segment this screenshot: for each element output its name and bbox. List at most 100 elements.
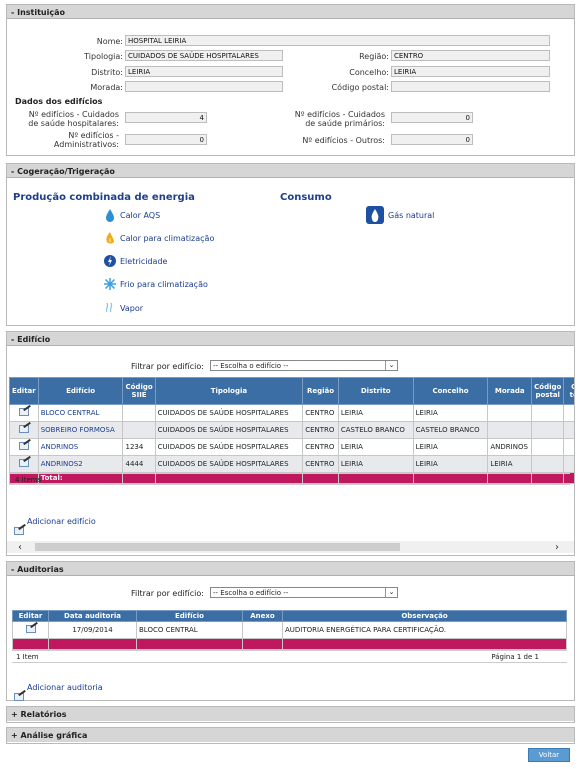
frio-climatizacao-link[interactable]: Frio para climatização	[120, 280, 208, 289]
cell	[531, 421, 565, 439]
cell: 17/09/2014	[48, 621, 137, 639]
scroll-thumb[interactable]	[35, 543, 400, 551]
morada-field[interactable]	[125, 81, 283, 92]
scroll-left-icon[interactable]: ‹	[18, 542, 22, 553]
gas-natural-link[interactable]: Gás natural	[388, 211, 434, 220]
table-row: 17/09/2014 BLOCO CENTRAL AUDITORIA ENERG…	[12, 621, 567, 639]
col-codigo-siie[interactable]: Código SIIE	[122, 377, 156, 405]
auditorias-header[interactable]: - Auditorias	[7, 562, 574, 576]
cell	[531, 404, 565, 422]
scroll-right-icon[interactable]: ›	[555, 542, 559, 553]
cell: CUIDADOS DE SAÚDE HOSPITALARES	[154, 455, 304, 473]
col-edificio[interactable]: Edifício	[136, 610, 243, 622]
instituicao-panel: - Instituição Nome: HOSPITAL LEIRIA Tipo…	[6, 4, 575, 156]
analise-header[interactable]: + Análise gráfica	[7, 728, 574, 742]
cell	[563, 438, 574, 456]
col-regiao[interactable]: Região	[302, 377, 339, 405]
cogeracao-header[interactable]: - Cogeração/Trigeração	[7, 164, 574, 178]
distrito-field[interactable]: LEIRIA	[125, 66, 283, 77]
edit-icon[interactable]	[18, 408, 29, 416]
tipologia-field[interactable]: CUIDADOS DE SAÚDE HOSPITALARES	[125, 50, 283, 61]
cell: LEIRIA	[337, 438, 414, 456]
col-distrito[interactable]: Distrito	[337, 377, 414, 405]
col-edificio[interactable]: Edifício	[37, 377, 124, 405]
edificio-link[interactable]: SOBREIRO FORMOSA	[37, 421, 124, 439]
cell: CUIDADOS DE SAÚDE HOSPITALARES	[154, 404, 304, 422]
eletricidade-link[interactable]: Eletricidade	[120, 257, 167, 266]
consumo-title: Consumo	[280, 192, 332, 203]
ed-hospitalares-field[interactable]: 4	[125, 112, 207, 123]
codigo-postal-field[interactable]	[391, 81, 550, 92]
cell: CENTRO	[302, 404, 339, 422]
vapor-link[interactable]: Vapor	[120, 304, 143, 313]
auditoria-filter-select[interactable]: -- Escolha o edifício -- ⌄	[210, 587, 398, 598]
cell	[487, 421, 533, 439]
voltar-button[interactable]: Voltar	[528, 748, 570, 762]
cogeracao-panel: - Cogeração/Trigeração Produção combinad…	[6, 163, 575, 326]
add-icon	[14, 527, 24, 535]
col-tipologia[interactable]: Tipologia	[154, 377, 304, 405]
cell	[122, 421, 156, 439]
col-observacao[interactable]: Observação	[282, 610, 567, 622]
ed-administrativos-field[interactable]: 0	[125, 134, 207, 145]
col-morada[interactable]: Morada	[487, 377, 533, 405]
edit-icon[interactable]	[18, 442, 29, 450]
calor-climatizacao-link[interactable]: Calor para climatização	[120, 234, 214, 243]
regiao-field[interactable]: CENTRO	[391, 50, 550, 61]
calor-aqs-link[interactable]: Calor AQS	[120, 211, 160, 220]
cell	[531, 438, 565, 456]
col-anexo[interactable]: Anexo	[242, 610, 283, 622]
items-count: 1 Item	[16, 653, 39, 661]
analise-panel[interactable]: + Análise gráfica	[6, 727, 575, 744]
cell: CENTRO	[302, 455, 339, 473]
nome-label: Nome:	[96, 37, 123, 46]
concelho-field[interactable]: LEIRIA	[391, 66, 550, 77]
edit-icon[interactable]	[18, 459, 29, 467]
edificio-filter-select[interactable]: -- Escolha o edifício -- ⌄	[210, 360, 398, 371]
edificio-header[interactable]: - Edifício	[7, 332, 574, 346]
adicionar-edificio-link[interactable]: Adicionar edifício	[27, 517, 96, 526]
adicionar-auditoria-link[interactable]: Adicionar auditoria	[27, 683, 103, 692]
edificio-link[interactable]: ANDRINOS2	[37, 455, 124, 473]
relatorios-header[interactable]: + Relatórios	[7, 707, 574, 721]
auditoria-table: Editar Data auditoria Edifício Anexo Obs…	[12, 610, 567, 650]
cell: BLOCO CENTRAL	[136, 621, 243, 639]
ed-hospitalares-label: Nº edifícios - Cuidados de saúde hospita…	[28, 110, 119, 128]
edificio-table: Editar Edifício Código SIIE Tipologia Re…	[9, 377, 574, 484]
edit-icon[interactable]	[25, 625, 36, 633]
dados-edificios-heading: Dados dos edifícios	[15, 97, 103, 106]
table-row: SOBREIRO FORMOSA CUIDADOS DE SAÚDE HOSPIT…	[9, 421, 574, 439]
edificio-link[interactable]: ANDRINOS	[37, 438, 124, 456]
water-drop-icon	[106, 209, 114, 222]
table-row: BLOCO CENTRAL CUIDADOS DE SAÚDE HOSPITALA…	[9, 404, 574, 422]
cell: CUIDADOS DE SAÚDE HOSPITALARES	[154, 421, 304, 439]
col-codigo-postal[interactable]: Código postal	[531, 377, 565, 405]
relatorios-panel[interactable]: + Relatórios	[6, 706, 575, 723]
instituicao-header[interactable]: - Instituição	[7, 5, 574, 19]
edificio-panel: - Edifício Filtrar por edifício: -- Esco…	[6, 331, 575, 556]
ed-primarios-field[interactable]: 0	[391, 112, 473, 123]
regiao-label: Região:	[359, 52, 389, 61]
page-info: Página 1 de 1	[491, 653, 539, 661]
col-cut[interactable]: C te	[563, 377, 574, 405]
col-concelho[interactable]: Concelho	[412, 377, 489, 405]
col-editar: Editar	[9, 377, 39, 405]
auditoria-filter-value: -- Escolha o edifício --	[213, 589, 289, 597]
edificio-link[interactable]: BLOCO CENTRAL	[37, 404, 124, 422]
add-icon	[14, 693, 24, 701]
steam-icon	[105, 302, 113, 313]
flame-icon	[106, 232, 114, 244]
cell: LEIRIA	[337, 404, 414, 422]
distrito-label: Distrito:	[91, 68, 123, 77]
producao-title: Produção combinada de energia	[13, 192, 195, 203]
horizontal-scrollbar[interactable]: ‹ ›	[7, 541, 574, 553]
ed-outros-field[interactable]: 0	[391, 134, 473, 145]
nome-field[interactable]: HOSPITAL LEIRIA	[125, 35, 550, 46]
concelho-label: Concelho:	[349, 68, 389, 77]
cell: CENTRO	[302, 438, 339, 456]
snowflake-icon	[104, 278, 116, 290]
edit-icon[interactable]	[18, 425, 29, 433]
tipologia-label: Tipologia:	[84, 52, 123, 61]
col-data[interactable]: Data auditoria	[48, 610, 137, 622]
ed-outros-label: Nº edifícios - Outros:	[302, 136, 385, 145]
